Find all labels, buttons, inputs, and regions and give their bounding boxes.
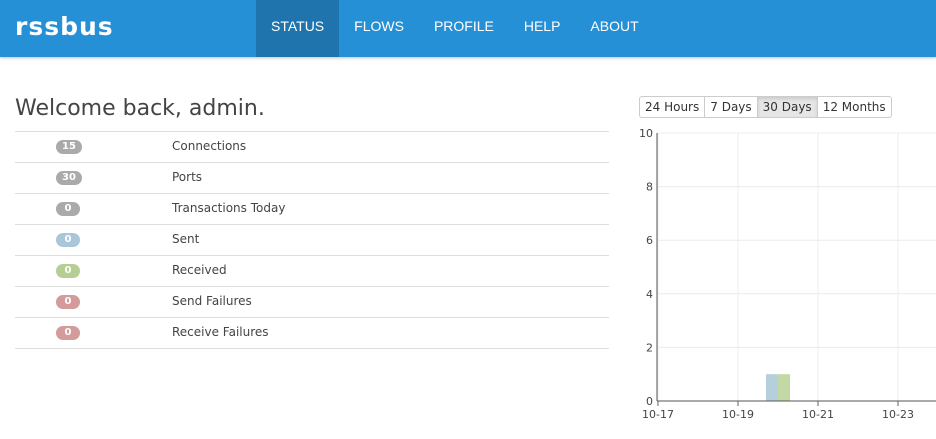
count-badge: 0 <box>56 326 80 340</box>
top-navigation-bar: rssbus STATUS FLOWS PROFILE HELP ABOUT <box>0 0 936 57</box>
stat-row-ports[interactable]: 30 Ports <box>15 162 609 193</box>
nav-help[interactable]: HELP <box>509 0 576 57</box>
stat-row-sent[interactable]: 0 Sent <box>15 224 609 255</box>
count-badge: 0 <box>56 202 80 216</box>
stat-label: Connections <box>172 139 247 153</box>
nav-about[interactable]: ABOUT <box>575 0 653 57</box>
stat-label: Send Failures <box>172 294 252 308</box>
stats-table: 15 Connections 30 Ports 0 Transactions T… <box>15 131 609 349</box>
stat-label: Transactions Today <box>172 201 286 215</box>
count-badge: 15 <box>56 140 82 154</box>
stat-label: Receive Failures <box>172 325 269 339</box>
stat-label: Sent <box>172 232 200 246</box>
x-tick-label: 10-23 <box>882 408 914 421</box>
stat-label: Received <box>172 263 227 277</box>
range-24-hours-button[interactable]: 24 Hours <box>639 96 706 118</box>
stat-row-receive-failures[interactable]: 0 Receive Failures <box>15 317 609 349</box>
stat-row-send-failures[interactable]: 0 Send Failures <box>15 286 609 317</box>
stat-row-transactions-today[interactable]: 0 Transactions Today <box>15 193 609 224</box>
chart-bar <box>778 374 790 401</box>
nav-flows[interactable]: FLOWS <box>339 0 419 57</box>
x-tick-label: 10-17 <box>642 408 674 421</box>
y-tick-label: 0 <box>646 395 653 408</box>
time-range-selector: 24 Hours 7 Days 30 Days 12 Months <box>639 96 892 118</box>
y-tick-label: 4 <box>646 288 653 301</box>
y-tick-label: 2 <box>646 341 653 354</box>
nav-profile[interactable]: PROFILE <box>419 0 509 57</box>
nav-status[interactable]: STATUS <box>256 0 340 57</box>
rssbus-logo[interactable]: rssbus <box>15 12 114 42</box>
count-badge: 0 <box>56 295 80 309</box>
x-tick-label: 10-19 <box>722 408 754 421</box>
range-7-days-button[interactable]: 7 Days <box>704 96 758 118</box>
range-30-days-button[interactable]: 30 Days <box>756 96 818 118</box>
stat-row-received[interactable]: 0 Received <box>15 255 609 286</box>
y-tick-label: 6 <box>646 234 653 247</box>
y-tick-label: 10 <box>639 127 653 140</box>
count-badge: 30 <box>56 171 82 185</box>
stat-label: Ports <box>172 170 203 184</box>
y-tick-label: 8 <box>646 181 653 194</box>
stat-row-connections[interactable]: 15 Connections <box>15 131 609 162</box>
x-tick-label: 10-21 <box>802 408 834 421</box>
count-badge: 0 <box>56 233 80 247</box>
welcome-heading: Welcome back, admin. <box>15 96 265 121</box>
count-badge: 0 <box>56 264 80 278</box>
chart-bar <box>766 374 778 401</box>
transactions-chart: 0 2 4 6 8 10 10-17 10-19 10-21 10-23 <box>639 127 936 421</box>
range-12-months-button[interactable]: 12 Months <box>816 96 892 118</box>
main-nav: STATUS FLOWS PROFILE HELP ABOUT <box>256 0 654 57</box>
